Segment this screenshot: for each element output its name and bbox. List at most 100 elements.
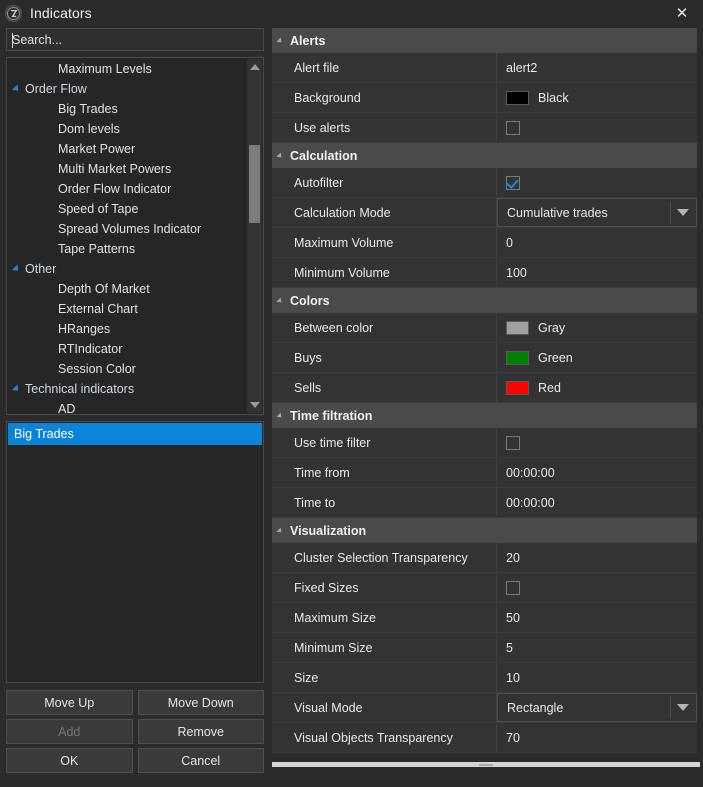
property-value[interactable]	[497, 428, 697, 457]
property-name: Between color	[272, 313, 497, 342]
tree-item[interactable]: RTIndicator	[8, 339, 247, 359]
property-value[interactable]: 50	[497, 603, 697, 632]
tree-item-label: Depth Of Market	[58, 282, 150, 296]
value-text: 100	[506, 265, 527, 280]
checkbox[interactable]	[506, 175, 520, 190]
property-category-header[interactable]: Time filtration	[272, 403, 697, 428]
expander-icon[interactable]	[11, 264, 22, 274]
remove-button[interactable]: Remove	[137, 719, 264, 744]
property-name: Visual Objects Transparency	[272, 723, 497, 752]
property-row: Background Black	[272, 83, 697, 113]
category-expander-icon[interactable]	[276, 526, 284, 535]
chevron-down-icon[interactable]	[670, 696, 694, 719]
tree-item[interactable]: Order Flow	[8, 79, 247, 99]
move-down-button[interactable]: Move Down	[137, 690, 264, 715]
category-expander-icon[interactable]	[276, 296, 284, 305]
property-name: Time from	[272, 458, 497, 487]
property-value[interactable]: 100	[497, 258, 697, 287]
property-value[interactable]: 00:00:00	[497, 488, 697, 517]
property-value[interactable]: 20	[497, 543, 697, 572]
checkbox[interactable]	[506, 120, 520, 135]
tree-item[interactable]: HRanges	[8, 319, 247, 339]
property-name: Sells	[272, 373, 497, 402]
property-row: Calculation Mode Cumulative trades	[272, 198, 697, 228]
value-text: 50	[506, 610, 520, 625]
checkbox[interactable]	[506, 435, 520, 450]
tree-item[interactable]: Speed of Tape	[8, 199, 247, 219]
property-category-header[interactable]: Calculation	[272, 143, 697, 168]
selected-indicators-list[interactable]: Big Trades	[6, 421, 264, 683]
property-value[interactable]: 5	[497, 633, 697, 662]
chevron-down-icon[interactable]	[670, 201, 694, 224]
property-row: Alert file alert2	[272, 53, 697, 83]
property-name: Minimum Size	[272, 633, 497, 662]
property-name: Maximum Volume	[272, 228, 497, 257]
checkbox[interactable]	[506, 580, 520, 595]
property-value[interactable]	[497, 113, 697, 142]
property-value[interactable]: Gray	[497, 313, 697, 342]
tree-item[interactable]: Dom levels	[8, 119, 247, 139]
property-row: Minimum Volume 100	[272, 258, 697, 288]
property-row: Time from 00:00:00	[272, 458, 697, 488]
add-button[interactable]: Add	[6, 719, 133, 744]
tree-item[interactable]: Technical indicators	[8, 379, 247, 399]
tree-item[interactable]: Session Color	[8, 359, 247, 379]
property-value[interactable]: Green	[497, 343, 697, 372]
property-name: Calculation Mode	[272, 198, 497, 227]
color-swatch[interactable]	[506, 380, 529, 395]
property-value[interactable]: Red	[497, 373, 697, 402]
tree-item[interactable]: Big Trades	[8, 99, 247, 119]
property-value[interactable]: 0	[497, 228, 697, 257]
tree-item[interactable]: AD	[8, 399, 247, 413]
tree-item[interactable]: Order Flow Indicator	[8, 179, 247, 199]
color-swatch[interactable]	[506, 90, 529, 105]
property-row: Use time filter	[272, 428, 697, 458]
color-swatch[interactable]	[506, 350, 529, 365]
property-value[interactable]	[497, 573, 697, 602]
category-title: Colors	[290, 293, 330, 308]
close-icon[interactable]: ✕	[661, 0, 703, 26]
scroll-down-icon[interactable]	[247, 397, 262, 413]
property-category-header[interactable]: Colors	[272, 288, 697, 313]
expander-icon[interactable]	[11, 384, 22, 394]
scrollbar-thumb[interactable]	[249, 145, 260, 223]
tree-item[interactable]: Market Power	[8, 139, 247, 159]
property-value[interactable]: Rectangle	[497, 693, 697, 722]
property-value[interactable]: Cumulative trades	[497, 198, 697, 227]
tree-item-label: Technical indicators	[25, 382, 135, 396]
tree-item[interactable]: Depth Of Market	[8, 279, 247, 299]
property-category-header[interactable]: Alerts	[272, 28, 697, 53]
property-row: Fixed Sizes	[272, 573, 697, 603]
tree-item[interactable]: External Chart	[8, 299, 247, 319]
color-swatch[interactable]	[506, 320, 529, 335]
cancel-button[interactable]: Cancel	[137, 748, 264, 773]
horizontal-scrollbar[interactable]	[272, 762, 700, 767]
property-value[interactable]	[497, 168, 697, 197]
tree-item[interactable]: Multi Market Powers	[8, 159, 247, 179]
tree-item[interactable]: Spread Volumes Indicator	[8, 219, 247, 239]
category-expander-icon[interactable]	[276, 411, 284, 420]
tree-item[interactable]: Other	[8, 259, 247, 279]
tree-item-label: Market Power	[58, 142, 136, 156]
list-item[interactable]: Big Trades	[8, 423, 262, 445]
category-expander-icon[interactable]	[276, 36, 284, 45]
property-value[interactable]: alert2	[497, 53, 697, 82]
property-value[interactable]: Black	[497, 83, 697, 112]
scroll-up-icon[interactable]	[247, 59, 262, 75]
property-name: Alert file	[272, 53, 497, 82]
tree-item[interactable]: Maximum Levels	[8, 59, 247, 79]
property-grid[interactable]: Alerts Alert file alert2 Background Black Use…	[272, 28, 697, 758]
indicator-tree[interactable]: Maximum Levels Order Flow Big Trades Dom le…	[6, 57, 264, 415]
property-value[interactable]: 70	[497, 723, 697, 752]
tree-item[interactable]: Tape Patterns	[8, 239, 247, 259]
property-value[interactable]: 10	[497, 663, 697, 692]
category-expander-icon[interactable]	[276, 151, 284, 160]
property-value[interactable]: 00:00:00	[497, 458, 697, 487]
ok-button[interactable]: OK	[6, 748, 133, 773]
move-up-button[interactable]: Move Up	[6, 690, 133, 715]
property-category-header[interactable]: Visualization	[272, 518, 697, 543]
tree-vertical-scrollbar[interactable]	[247, 59, 262, 413]
search-input[interactable]: Search...	[6, 28, 264, 51]
property-name: Background	[272, 83, 497, 112]
expander-icon[interactable]	[11, 84, 22, 94]
